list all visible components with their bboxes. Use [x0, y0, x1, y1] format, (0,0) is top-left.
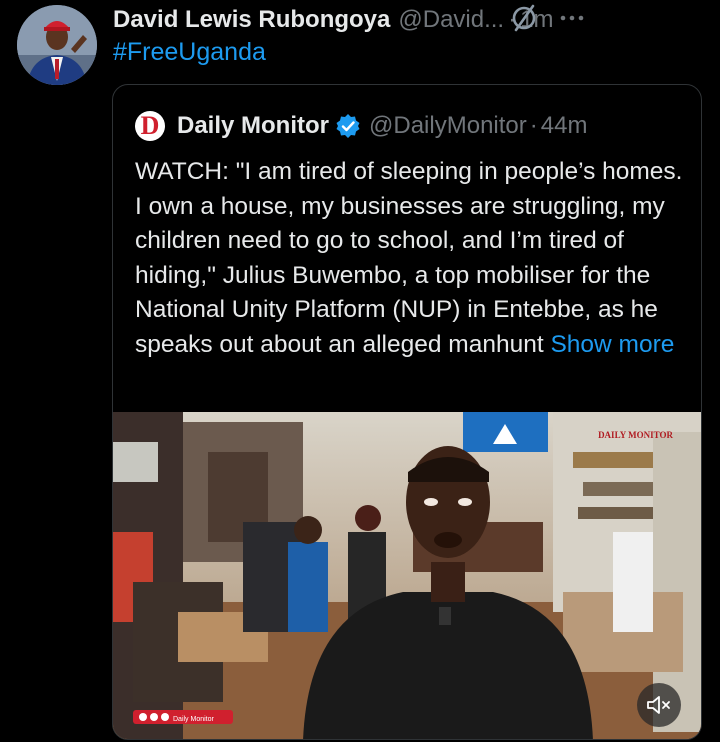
quote-body: WATCH: "I am tired of sleeping in people… — [135, 158, 683, 358]
daily-monitor-logo: D — [135, 111, 165, 141]
video-lower-tag: Daily Monitor — [173, 716, 215, 723]
avatar[interactable] — [17, 5, 97, 85]
author-name[interactable]: David Lewis Rubongoya — [113, 6, 390, 34]
quote-text: WATCH: "I am tired of sleeping in people… — [135, 155, 695, 362]
quote-time[interactable]: 44m — [541, 112, 588, 140]
quote-author-name[interactable]: Daily Monitor — [177, 112, 329, 140]
mute-icon — [647, 696, 670, 714]
logo-letter: D — [140, 111, 160, 140]
quote-header: D Daily Monitor @DailyMonitor · 44m — [135, 111, 691, 141]
quoted-tweet[interactable]: D Daily Monitor @DailyMonitor · 44m WATC… — [112, 84, 702, 740]
post-header: David Lewis Rubongoya @David... · 1m — [113, 4, 710, 36]
mute-button[interactable] — [637, 683, 681, 727]
video-watermark: DAILY MONITOR — [598, 430, 673, 440]
author-handle[interactable]: @David... — [398, 6, 504, 34]
video-player[interactable]: DAILY MONITOR Daily Monitor — [113, 412, 701, 739]
hashtag-link[interactable]: #FreeUganda — [113, 38, 266, 67]
quote-author-handle[interactable]: @DailyMonitor — [369, 112, 527, 140]
show-more-link[interactable]: Show more — [550, 331, 674, 358]
more-icon[interactable] — [557, 8, 587, 28]
video-frame: DAILY MONITOR Daily Monitor — [113, 412, 701, 739]
quote-separator-dot: · — [529, 112, 538, 139]
grok-icon[interactable] — [509, 3, 539, 33]
verified-icon — [336, 114, 360, 138]
